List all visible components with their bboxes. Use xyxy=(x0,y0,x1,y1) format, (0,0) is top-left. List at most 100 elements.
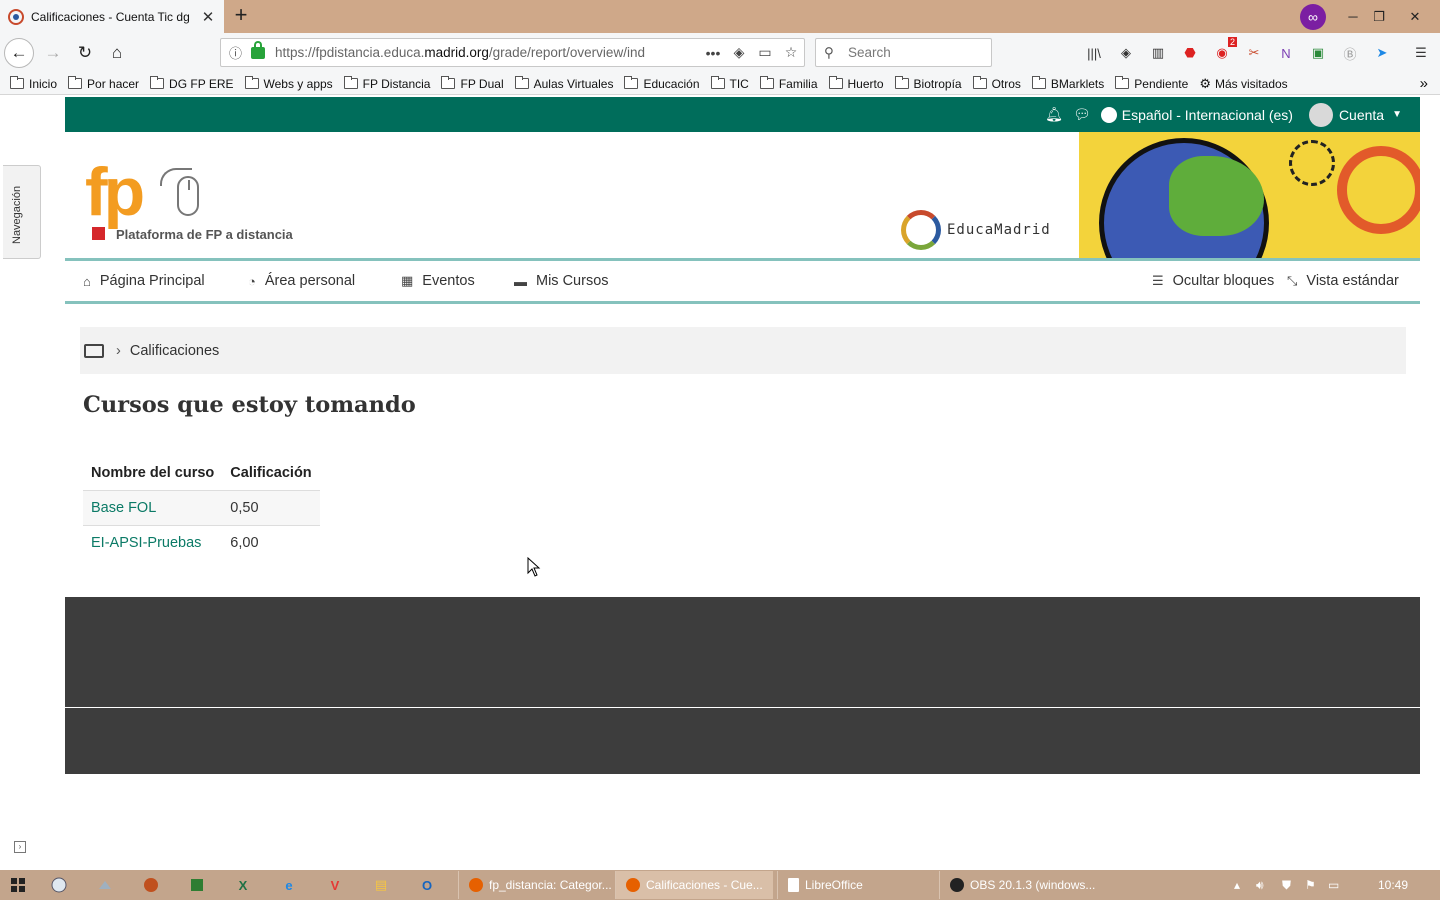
continent-shape xyxy=(1169,156,1264,236)
taskbar-window-button-active[interactable]: Calificaciones - Cue... xyxy=(615,871,773,899)
taskbar-app-icon[interactable] xyxy=(128,870,174,900)
taskbar-window-button[interactable]: OBS 20.1.3 (windows... xyxy=(939,871,1097,899)
sheet-extension-icon[interactable]: ▣ xyxy=(1307,43,1329,63)
bookmark-item[interactable]: Por hacer xyxy=(68,76,139,91)
fp-logo[interactable]: fp xyxy=(85,158,145,226)
close-tab-icon[interactable]: ✕ xyxy=(200,8,216,26)
bookmark-item[interactable]: Familia xyxy=(759,76,818,91)
bookmark-item[interactable]: DG FP ERE xyxy=(150,76,234,91)
chevron-right-icon[interactable]: » xyxy=(1420,73,1428,95)
notification-extension-icon[interactable]: ◉ 2 xyxy=(1211,37,1237,63)
hide-blocks-button[interactable]: ☰ Ocultar bloques xyxy=(1152,273,1274,289)
pocket-icon[interactable]: ◈ xyxy=(726,44,752,61)
main-menu: ⌂ Página Principal ◔ Área personal ▦ Evento… xyxy=(65,258,1420,304)
bookmark-star-icon[interactable]: ☆ xyxy=(778,44,804,61)
column-header-grade: Calificación xyxy=(222,457,320,491)
folder-icon xyxy=(1031,76,1046,89)
adblock-icon[interactable]: ⬣ xyxy=(1179,43,1201,63)
madrid-flag-icon xyxy=(92,227,105,240)
table-header-row: Nombre del curso Calificación xyxy=(83,457,320,491)
bookmark-item[interactable]: FP Distancia xyxy=(343,76,430,91)
bookmark-item[interactable]: Aulas Virtuales xyxy=(514,76,613,91)
menu-events[interactable]: ▦ Eventos xyxy=(401,273,475,289)
bookmark-item[interactable]: Biotropía xyxy=(894,76,962,91)
url-text[interactable]: https://fpdistancia.educa.madrid.org/gra… xyxy=(275,45,700,60)
chevron-down-icon[interactable]: ▼ xyxy=(1392,109,1402,120)
b-extension-icon[interactable]: Ⓑ xyxy=(1339,43,1361,63)
excel-icon[interactable]: X xyxy=(220,870,266,900)
sidebar-icon[interactable]: ▥ xyxy=(1147,43,1169,63)
menu-hamburger-icon[interactable]: ☰ xyxy=(1410,43,1432,63)
network-icon[interactable]: ▭ xyxy=(1328,871,1339,899)
reload-icon[interactable]: ↻ xyxy=(70,38,100,68)
search-input[interactable]: ⚲ Search xyxy=(815,38,992,67)
url-bar[interactable]: ⓘ https://fpdistancia.educa.madrid.org/g… xyxy=(220,38,805,67)
restore-icon[interactable]: ❐ xyxy=(1362,0,1396,33)
flag-icon[interactable]: ⚑ xyxy=(1305,871,1316,899)
column-header-course: Nombre del curso xyxy=(83,457,223,491)
grade-cell: 0,50 xyxy=(222,490,320,526)
taskbar-window-button[interactable]: LibreOffice xyxy=(777,871,935,899)
taskbar-app-icon[interactable] xyxy=(36,870,82,900)
back-icon[interactable]: ← xyxy=(4,38,34,68)
taskbar-app-icon[interactable] xyxy=(174,870,220,900)
bookmark-item[interactable]: Educación xyxy=(624,76,700,91)
pointer-extension-icon[interactable]: ➤ xyxy=(1371,43,1393,63)
site-info-icon[interactable]: ⓘ xyxy=(229,43,245,62)
course-link[interactable]: EI-APSI-Pruebas xyxy=(91,535,201,551)
menu-courses[interactable]: ▬ Mis Cursos xyxy=(514,273,609,289)
bookmark-item[interactable]: FP Dual xyxy=(441,76,504,91)
page-footer xyxy=(65,597,1420,707)
onenote-icon[interactable]: N xyxy=(1275,43,1297,63)
clock[interactable]: 10:49 xyxy=(1378,871,1408,899)
bookmark-item[interactable]: BMarklets xyxy=(1031,76,1104,91)
course-link[interactable]: Base FOL xyxy=(91,500,156,516)
bookmark-item[interactable]: Otros xyxy=(972,76,1021,91)
bookmark-item[interactable]: Huerto xyxy=(828,76,884,91)
folder-open-icon[interactable] xyxy=(84,343,104,358)
forward-icon[interactable]: → xyxy=(38,38,68,68)
messages-icon[interactable]: 💬︎ xyxy=(1073,106,1091,123)
course-cell: EI-APSI-Pruebas xyxy=(83,526,222,561)
bookmark-item[interactable]: Inicio xyxy=(10,76,57,91)
tool-extension-icon[interactable]: ✂ xyxy=(1243,43,1265,63)
grade-cell: 6,00 xyxy=(230,535,259,551)
home-icon[interactable]: ⌂ xyxy=(102,38,132,68)
close-window-icon[interactable]: ✕ xyxy=(1398,0,1432,33)
gear-icon: ⚙ xyxy=(1199,75,1211,91)
page-actions-icon[interactable]: ••• xyxy=(700,45,726,61)
vivaldi-icon[interactable]: V xyxy=(312,870,358,900)
file-explorer-icon[interactable]: ▤ xyxy=(358,870,404,900)
folder-icon xyxy=(10,76,24,89)
account-menu[interactable]: Cuenta xyxy=(1339,107,1384,123)
volume-icon[interactable]: 🔊︎ xyxy=(1256,871,1264,899)
nav-drawer-toggle[interactable]: Navegación xyxy=(3,165,41,259)
bell-icon[interactable]: 🔔︎ xyxy=(1045,106,1063,123)
new-tab-icon[interactable]: + xyxy=(228,4,254,28)
site-tagline: Plataforma de FP a distancia xyxy=(116,227,293,242)
library-icon[interactable]: |||\ xyxy=(1083,43,1105,63)
menu-home[interactable]: ⌂ Página Principal xyxy=(83,273,205,289)
expand-icon[interactable]: › xyxy=(14,841,26,853)
taskbar-app-icon[interactable] xyxy=(82,870,128,900)
taskbar-window-button[interactable]: fp_distancia: Categor... xyxy=(458,871,613,899)
bookmark-item[interactable]: ⚙ Más visitados xyxy=(1199,76,1287,92)
menu-dashboard[interactable]: ◔ Área personal xyxy=(248,273,355,289)
bookmark-item[interactable]: TIC xyxy=(710,76,749,91)
standard-view-button[interactable]: ⤡ Vista estándar xyxy=(1287,273,1399,289)
browser-tab-active[interactable]: Calificaciones - Cuenta Tic dg ✕ xyxy=(0,0,224,33)
start-button[interactable] xyxy=(0,870,36,900)
extension-icon[interactable]: ◈ xyxy=(1115,43,1137,63)
shield-icon[interactable]: ⛊ xyxy=(1282,871,1291,899)
screen-icon[interactable]: ▭ xyxy=(752,44,778,61)
outlook-icon[interactable]: O xyxy=(404,870,450,900)
folder-icon xyxy=(68,76,83,89)
avatar[interactable] xyxy=(1308,102,1333,127)
bookmark-item[interactable]: Pendiente xyxy=(1115,76,1188,91)
language-selector[interactable]: Español - Internacional (es) xyxy=(1100,106,1293,123)
educamadrid-logo[interactable]: EducaMadrid xyxy=(901,210,1051,250)
tray-chevron-up-icon[interactable]: ▴ xyxy=(1234,871,1240,899)
bookmark-item[interactable]: Webs y apps xyxy=(244,76,333,91)
internet-explorer-icon[interactable]: e xyxy=(266,870,312,900)
firefox-icon xyxy=(626,878,640,892)
